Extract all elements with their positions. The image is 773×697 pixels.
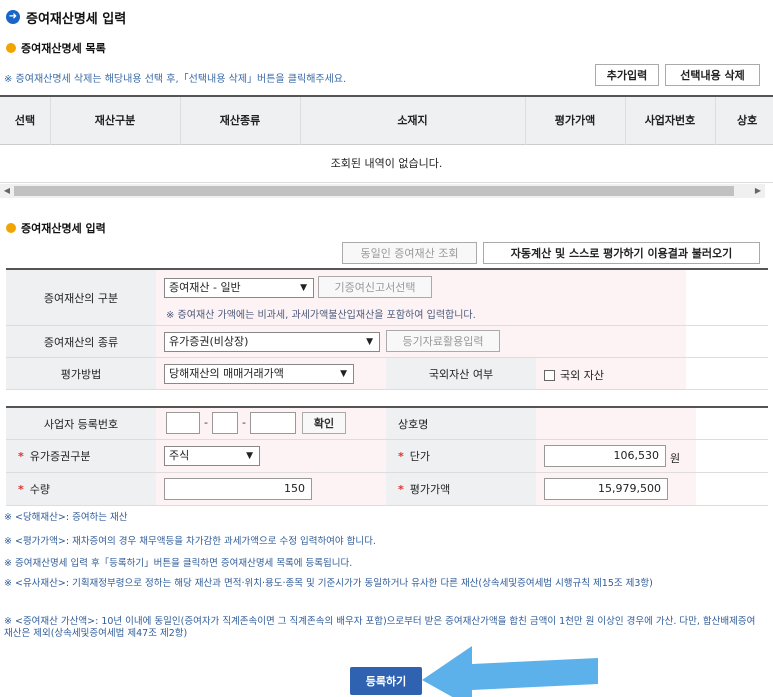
business-number-part1[interactable] <box>166 412 200 434</box>
security-type-row: * 유가증권구분 주식 ▼ * 단가 106,530 원 <box>6 440 768 473</box>
chevron-down-icon: ▼ <box>366 337 373 347</box>
prior-gift-report-button[interactable]: 기증여신고서선택 <box>318 276 432 298</box>
security-type-select[interactable]: 주식 ▼ <box>164 446 260 466</box>
registry-data-button[interactable]: 등기자료활용입력 <box>386 330 500 352</box>
asset-category-row: 증여재산의 구분 증여재산 - 일반 ▼ 기증여신고서선택 ※ 증여재산 가액에는… <box>6 270 768 326</box>
note-item: ※ <유사재산>: 기획재정부령으로 정하는 해당 재산과 면적·위치·용도·종… <box>4 578 653 589</box>
bullet-dot-icon <box>6 43 16 53</box>
note-item: ※ <평가가액>: 재차증여의 경우 채무액등을 차가감한 과세가액으로 수정 … <box>4 536 376 547</box>
col-asset-type: 재산종류 <box>219 114 261 127</box>
valuation-method-select[interactable]: 당해재산의 매매거래가액 ▼ <box>164 364 354 384</box>
unit-price-label: * 단가 <box>386 440 536 472</box>
col-appraised-value: 평가가액 <box>554 114 596 127</box>
empty-list-message: 조회된 내역이 없습니다. <box>0 145 773 183</box>
asset-type-label: 증여재산의 종류 <box>6 326 156 357</box>
asset-form-block: 증여재산의 구분 증여재산 - 일반 ▼ 기증여신고서선택 ※ 증여재산 가액에는… <box>6 268 768 390</box>
page-title-row: ➜ 증여재산명세 입력 <box>6 8 127 27</box>
col-location: 소재지 <box>397 114 428 127</box>
appraised-value-label: * 평가가액 <box>386 473 536 505</box>
same-donor-query-button[interactable]: 동일인 증여재산 조회 <box>342 242 477 264</box>
valuation-row: 평가방법 당해재산의 매매거래가액 ▼ 국외자산 여부 국외 자산 <box>6 358 768 390</box>
add-input-button[interactable]: 추가입력 <box>595 64 659 86</box>
foreign-asset-label: 국외자산 여부 <box>386 358 536 389</box>
list-section-title: 증여재산명세 목록 <box>6 40 106 56</box>
asset-type-row: 증여재산의 종류 유가증권(비상장) ▼ 등기자료활용입력 <box>6 326 768 358</box>
note-item: ※ <당해재산>: 증여하는 재산 <box>4 512 128 523</box>
scroll-thumb[interactable] <box>14 186 734 196</box>
col-select: 선택 <box>14 114 36 127</box>
asset-type-select[interactable]: 유가증권(비상장) ▼ <box>164 332 380 352</box>
foreign-asset-checkbox[interactable] <box>544 369 555 381</box>
chevron-down-icon: ▼ <box>340 369 347 379</box>
note-item: ※ <증여재산 가산액>: 10년 이내에 동일인(증여자가 직계존속이면 그 … <box>4 616 756 639</box>
foreign-asset-field: 국외 자산 <box>544 367 604 383</box>
business-number-part2[interactable] <box>212 412 238 434</box>
input-section-title: 증여재산명세 입력 <box>6 220 106 236</box>
pointing-arrow-icon <box>422 646 598 697</box>
business-number-part3[interactable] <box>250 412 296 434</box>
delete-selected-button[interactable]: 선택내용 삭제 <box>665 64 760 86</box>
appraised-value-input[interactable]: 15,979,500 <box>544 478 668 500</box>
business-number-label: 사업자 등록번호 <box>6 408 156 439</box>
col-company: 상호 <box>737 114 758 127</box>
col-business-number: 사업자번호 <box>644 114 696 127</box>
chevron-down-icon: ▼ <box>300 283 307 293</box>
bullet-dot-icon <box>6 223 16 233</box>
valuation-method-label: 평가방법 <box>6 358 156 389</box>
list-table-header: 선택 재산구분 재산종류 소재지 평가가액 사업자번호 상호 <box>0 95 773 145</box>
scroll-left-icon[interactable]: ◀ <box>0 184 14 198</box>
business-number-row: 사업자 등록번호 - - 확인 상호명 <box>6 408 768 440</box>
delete-instruction-note: ※ 증여재산명세 삭제는 해당내용 선택 후,「선택내용 삭제」버튼을 클릭해주… <box>4 74 347 85</box>
autocalc-load-button[interactable]: 자동계산 및 스스로 평가하기 이용결과 불러오기 <box>483 242 760 264</box>
quantity-row: * 수량 150 * 평가가액 15,979,500 <box>6 473 768 506</box>
unit-price-unit: 원 <box>670 452 681 465</box>
unit-price-input[interactable]: 106,530 <box>544 445 666 467</box>
page-title: 증여재산명세 입력 <box>26 11 127 27</box>
asset-value-hint: ※ 증여재산 가액에는 비과세, 과세가액불산입재산을 포함하여 입력합니다. <box>166 310 476 321</box>
chevron-down-icon: ▼ <box>246 451 253 461</box>
asset-category-select[interactable]: 증여재산 - 일반 ▼ <box>164 278 314 298</box>
quantity-input[interactable]: 150 <box>164 478 312 500</box>
quantity-label: * 수량 <box>6 473 156 505</box>
horizontal-scrollbar[interactable]: ◀ ▶ <box>0 184 765 198</box>
register-button[interactable]: 등록하기 <box>350 667 422 695</box>
note-item: ※ 증여재산명세 입력 후「등록하기」버튼을 클릭하면 증여재산명세 목록에 등… <box>4 558 353 569</box>
scroll-right-icon[interactable]: ▶ <box>751 184 765 198</box>
company-name-label: 상호명 <box>386 408 536 439</box>
confirm-button[interactable]: 확인 <box>302 412 346 434</box>
col-asset-category: 재산구분 <box>94 114 136 127</box>
security-form-block: 사업자 등록번호 - - 확인 상호명 * 유가증권구분 주식 ▼ * 단가 106,… <box>6 406 768 506</box>
arrow-circle-icon: ➜ <box>6 10 20 24</box>
asset-category-label: 증여재산의 구분 <box>6 270 156 325</box>
security-type-label: * 유가증권구분 <box>6 440 156 472</box>
